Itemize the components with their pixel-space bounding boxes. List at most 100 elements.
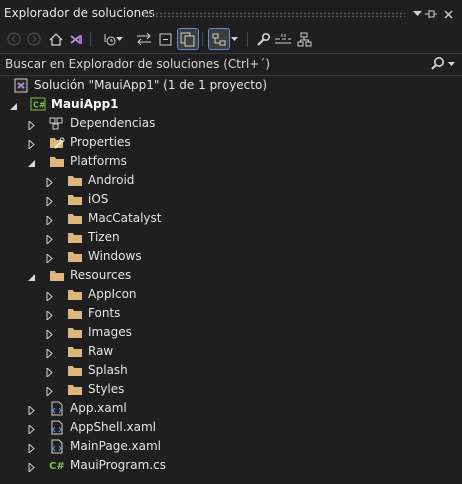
- properties-wrench-icon[interactable]: [253, 29, 273, 49]
- close-icon[interactable]: [441, 7, 455, 21]
- properties-label: Properties: [70, 135, 131, 149]
- solution-label: Solución "MauiApp1" (1 de 1 proyecto): [34, 78, 268, 92]
- expanded-arrow-icon[interactable]: [9, 100, 18, 110]
- collapsed-arrow-icon[interactable]: [27, 404, 36, 417]
- tree-item-ios[interactable]: iOS: [0, 190, 462, 209]
- collapsed-arrow-icon[interactable]: [27, 461, 36, 474]
- class-view-icon[interactable]: [295, 29, 315, 49]
- tree-item-appicon[interactable]: AppIcon: [0, 285, 462, 304]
- tree-item-fonts[interactable]: Fonts: [0, 304, 462, 323]
- tree-item-appshell-xaml[interactable]: AppShell.xaml: [0, 418, 462, 437]
- platforms-label: Platforms: [70, 154, 127, 168]
- drag-grip[interactable]: [143, 12, 405, 18]
- expanded-arrow-icon[interactable]: [27, 271, 36, 281]
- folder-icon: [67, 325, 83, 340]
- tree-item-solution[interactable]: Solución "MauiApp1" (1 de 1 proyecto): [0, 76, 462, 95]
- mauiprogram-cs-label: MauiProgram.cs: [70, 458, 166, 472]
- home-icon[interactable]: [46, 29, 66, 49]
- collapsed-arrow-icon[interactable]: [45, 233, 54, 246]
- tree-item-properties[interactable]: Properties: [0, 133, 462, 152]
- tree-item-tizen[interactable]: Tizen: [0, 228, 462, 247]
- solution-icon: [14, 78, 30, 93]
- tree-item-app-xaml[interactable]: App.xaml: [0, 399, 462, 418]
- search-bar[interactable]: Buscar en Explorador de soluciones (Ctrl…: [0, 53, 462, 76]
- chevron-down-icon[interactable]: [229, 29, 239, 49]
- tree-item-windows[interactable]: Windows: [0, 247, 462, 266]
- chevron-down-icon[interactable]: [114, 29, 124, 49]
- properties-folder-icon: [49, 135, 65, 150]
- csharp-file-icon: C#: [49, 458, 65, 473]
- tree-item-maccatalyst[interactable]: MacCatalyst: [0, 209, 462, 228]
- collapsed-arrow-icon[interactable]: [27, 119, 36, 132]
- search-input[interactable]: Buscar en Explorador de soluciones (Ctrl…: [5, 57, 270, 71]
- folder-icon: [67, 382, 83, 397]
- tree-item-platforms[interactable]: Platforms: [0, 152, 462, 171]
- tree-item-styles[interactable]: Styles: [0, 380, 462, 399]
- sync-active-document-icon[interactable]: [134, 29, 154, 49]
- collapsed-arrow-icon[interactable]: [45, 328, 54, 341]
- title-bar: Explorador de soluciones: [0, 0, 462, 26]
- xaml-file-icon: [49, 420, 65, 435]
- android-label: Android: [88, 173, 135, 187]
- collapsed-arrow-icon[interactable]: [45, 385, 54, 398]
- folder-icon: [49, 154, 65, 169]
- folder-icon: [67, 249, 83, 264]
- folder-icon: [67, 211, 83, 226]
- pin-icon[interactable]: [424, 7, 438, 21]
- tree-item-splash[interactable]: Splash: [0, 361, 462, 380]
- expanded-arrow-icon[interactable]: [27, 157, 36, 167]
- collapsed-arrow-icon[interactable]: [27, 423, 36, 436]
- collapsed-arrow-icon[interactable]: [45, 176, 54, 189]
- tree-item-mauiprogram-cs[interactable]: C# MauiProgram.cs: [0, 456, 462, 475]
- windows-label: Windows: [88, 249, 142, 263]
- app-xaml-label: App.xaml: [70, 401, 127, 415]
- collapsed-arrow-icon[interactable]: [45, 309, 54, 322]
- collapsed-arrow-icon[interactable]: [27, 138, 36, 151]
- folder-icon: [67, 363, 83, 378]
- forward-icon[interactable]: [24, 29, 44, 49]
- back-icon[interactable]: [4, 29, 24, 49]
- tree-item-mainpage-xaml[interactable]: MainPage.xaml: [0, 437, 462, 456]
- preview-selected-icon[interactable]: [273, 29, 293, 49]
- collapsed-arrow-icon[interactable]: [45, 214, 54, 227]
- tree-item-project[interactable]: C# MauiApp1: [0, 95, 462, 114]
- panel-title: Explorador de soluciones: [4, 6, 155, 20]
- raw-label: Raw: [88, 344, 114, 358]
- collapse-all-icon[interactable]: [156, 29, 176, 49]
- collapsed-arrow-icon[interactable]: [45, 290, 54, 303]
- tizen-label: Tizen: [88, 230, 120, 244]
- folder-icon: [67, 306, 83, 321]
- tree-item-resources[interactable]: Resources: [0, 266, 462, 285]
- tree-item-android[interactable]: Android: [0, 171, 462, 190]
- csharp-project-icon: C#: [30, 97, 46, 112]
- pending-filter-icon[interactable]: [208, 28, 230, 50]
- vs-switch-view-icon[interactable]: [66, 29, 86, 49]
- xaml-file-icon: [49, 439, 65, 454]
- svg-text:C#: C#: [33, 101, 46, 110]
- collapsed-arrow-icon[interactable]: [45, 195, 54, 208]
- svg-text:C#: C#: [49, 461, 65, 472]
- toolbar: [0, 26, 462, 53]
- tree-item-raw[interactable]: Raw: [0, 342, 462, 361]
- resources-label: Resources: [70, 268, 132, 282]
- chevron-down-icon[interactable]: [410, 7, 424, 21]
- folder-icon: [67, 230, 83, 245]
- ios-label: iOS: [88, 192, 109, 206]
- splash-label: Splash: [88, 363, 128, 377]
- dependencies-label: Dependencias: [70, 116, 156, 130]
- styles-label: Styles: [88, 382, 125, 396]
- show-all-files-icon[interactable]: [177, 28, 199, 50]
- search-icon[interactable]: [431, 56, 457, 74]
- folder-icon: [67, 344, 83, 359]
- tree-item-images[interactable]: Images: [0, 323, 462, 342]
- folder-icon: [67, 173, 83, 188]
- mainpage-xaml-label: MainPage.xaml: [70, 439, 161, 453]
- tree-item-dependencies[interactable]: Dependencias: [0, 114, 462, 133]
- collapsed-arrow-icon[interactable]: [45, 347, 54, 360]
- maccatalyst-label: MacCatalyst: [88, 211, 162, 225]
- collapsed-arrow-icon[interactable]: [45, 252, 54, 265]
- collapsed-arrow-icon[interactable]: [45, 366, 54, 379]
- collapsed-arrow-icon[interactable]: [27, 442, 36, 455]
- xaml-file-icon: [49, 401, 65, 416]
- appshell-xaml-label: AppShell.xaml: [70, 420, 157, 434]
